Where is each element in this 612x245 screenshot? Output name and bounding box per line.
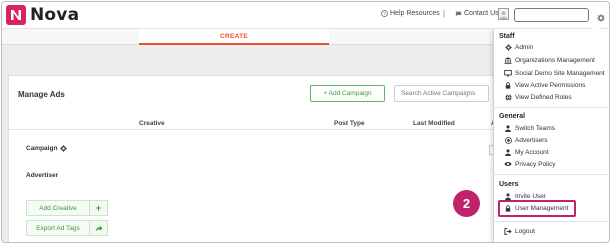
user-icon [504, 148, 512, 156]
avatar-silhouette-icon [499, 11, 508, 19]
column-header-last-modified: Last Modified [413, 120, 455, 127]
add-creative-group: Add Creative + [26, 200, 108, 216]
brand-logo[interactable]: Nova [6, 5, 79, 25]
user-icon [504, 124, 512, 132]
menu-item-social-demo-site-management[interactable]: Social Demo Site Management [504, 68, 605, 78]
export-share-button[interactable] [90, 220, 108, 236]
search-campaigns-input[interactable] [394, 85, 489, 102]
step-number-badge: 2 [453, 190, 480, 217]
header-separator: | [443, 9, 446, 18]
menu-item-logout[interactable]: Logout [504, 226, 535, 236]
help-resources-label: Help Resources [390, 10, 440, 17]
menu-item-view-active-permissions[interactable]: View Active Permissions [504, 80, 585, 90]
menu-item-label: Privacy Policy [515, 160, 556, 168]
eye-icon [504, 161, 512, 167]
brand-name: Nova [30, 5, 80, 25]
menu-item-switch-teams[interactable]: Switch Teams [504, 123, 555, 133]
campaign-label: Campaign [26, 145, 58, 152]
plus-icon: + [95, 203, 102, 213]
share-arrow-icon [95, 225, 102, 231]
svg-text:?: ? [383, 11, 386, 16]
menu-item-my-account[interactable]: My Account [504, 147, 549, 157]
user-management-highlight [498, 200, 576, 217]
menu-item-view-defined-roles[interactable]: View Defined Roles [504, 92, 572, 102]
menu-item-privacy-policy[interactable]: Privacy Policy [504, 159, 555, 169]
contact-us-link[interactable]: Contact Us [455, 10, 499, 17]
menu-heading-general: General [499, 113, 526, 120]
app-window: Nova ? Help Resources | Contact Us CREAT… [1, 1, 610, 243]
header-search-input[interactable] [514, 8, 589, 22]
lock-icon [504, 81, 512, 89]
add-creative-plus-button[interactable]: + [90, 200, 108, 216]
menu-item-label: Invite User [515, 192, 547, 200]
advertiser-row: Advertiser [26, 172, 58, 179]
column-header-post-type: Post Type [334, 120, 365, 127]
tab-create[interactable]: CREATE [139, 29, 329, 45]
menu-item-admin[interactable]: Admin [504, 42, 533, 52]
table-header-divider [9, 129, 503, 130]
menu-heading-users: Users [499, 181, 519, 188]
monitor-icon [504, 69, 512, 77]
menu-divider [493, 107, 609, 108]
menu-item-label: Switch Teams [515, 124, 555, 132]
user-icon [504, 192, 512, 200]
logout-icon [504, 227, 512, 235]
target-icon [504, 136, 512, 144]
export-ad-tags-button[interactable]: Export Ad Tags [26, 220, 90, 236]
column-header-creative: Creative [139, 120, 165, 127]
menu-item-label: View Active Permissions [515, 81, 586, 89]
menu-item-label: Advertisers [515, 136, 548, 144]
menu-item-organizations-management[interactable]: Organizations Management [504, 55, 595, 65]
menu-item-label: Social Demo Site Management [515, 69, 605, 77]
user-avatar[interactable] [498, 8, 509, 20]
nova-logo-icon [6, 5, 26, 25]
menu-item-label: My Account [515, 148, 549, 156]
question-circle-icon: ? [381, 10, 388, 17]
menu-item-label: Logout [515, 227, 535, 235]
campaign-settings-gear-icon[interactable] [60, 145, 68, 152]
add-campaign-button[interactable]: + Add Campaign [310, 85, 385, 102]
globe-icon [504, 93, 512, 101]
menu-divider [493, 221, 609, 222]
dropdown-caret [591, 25, 601, 30]
chat-bubble-icon [455, 11, 462, 17]
bank-icon [504, 56, 512, 64]
contact-us-label: Contact Us [464, 10, 499, 17]
advertiser-label: Advertiser [26, 172, 59, 179]
export-ad-tags-group: Export Ad Tags [26, 220, 108, 236]
menu-item-advertisers[interactable]: Advertisers [504, 135, 548, 145]
menu-item-label: Admin [515, 43, 534, 51]
help-resources-link[interactable]: ? Help Resources [381, 10, 440, 17]
gear-icon [504, 43, 512, 51]
menu-item-label: View Defined Roles [515, 93, 572, 101]
page-title: Manage Ads [18, 90, 65, 99]
menu-heading-staff: Staff [499, 33, 515, 40]
menu-divider [493, 174, 609, 175]
menu-item-label: Organizations Management [515, 56, 595, 64]
add-creative-button[interactable]: Add Creative [26, 200, 90, 216]
campaign-row: Campaign [26, 145, 68, 152]
